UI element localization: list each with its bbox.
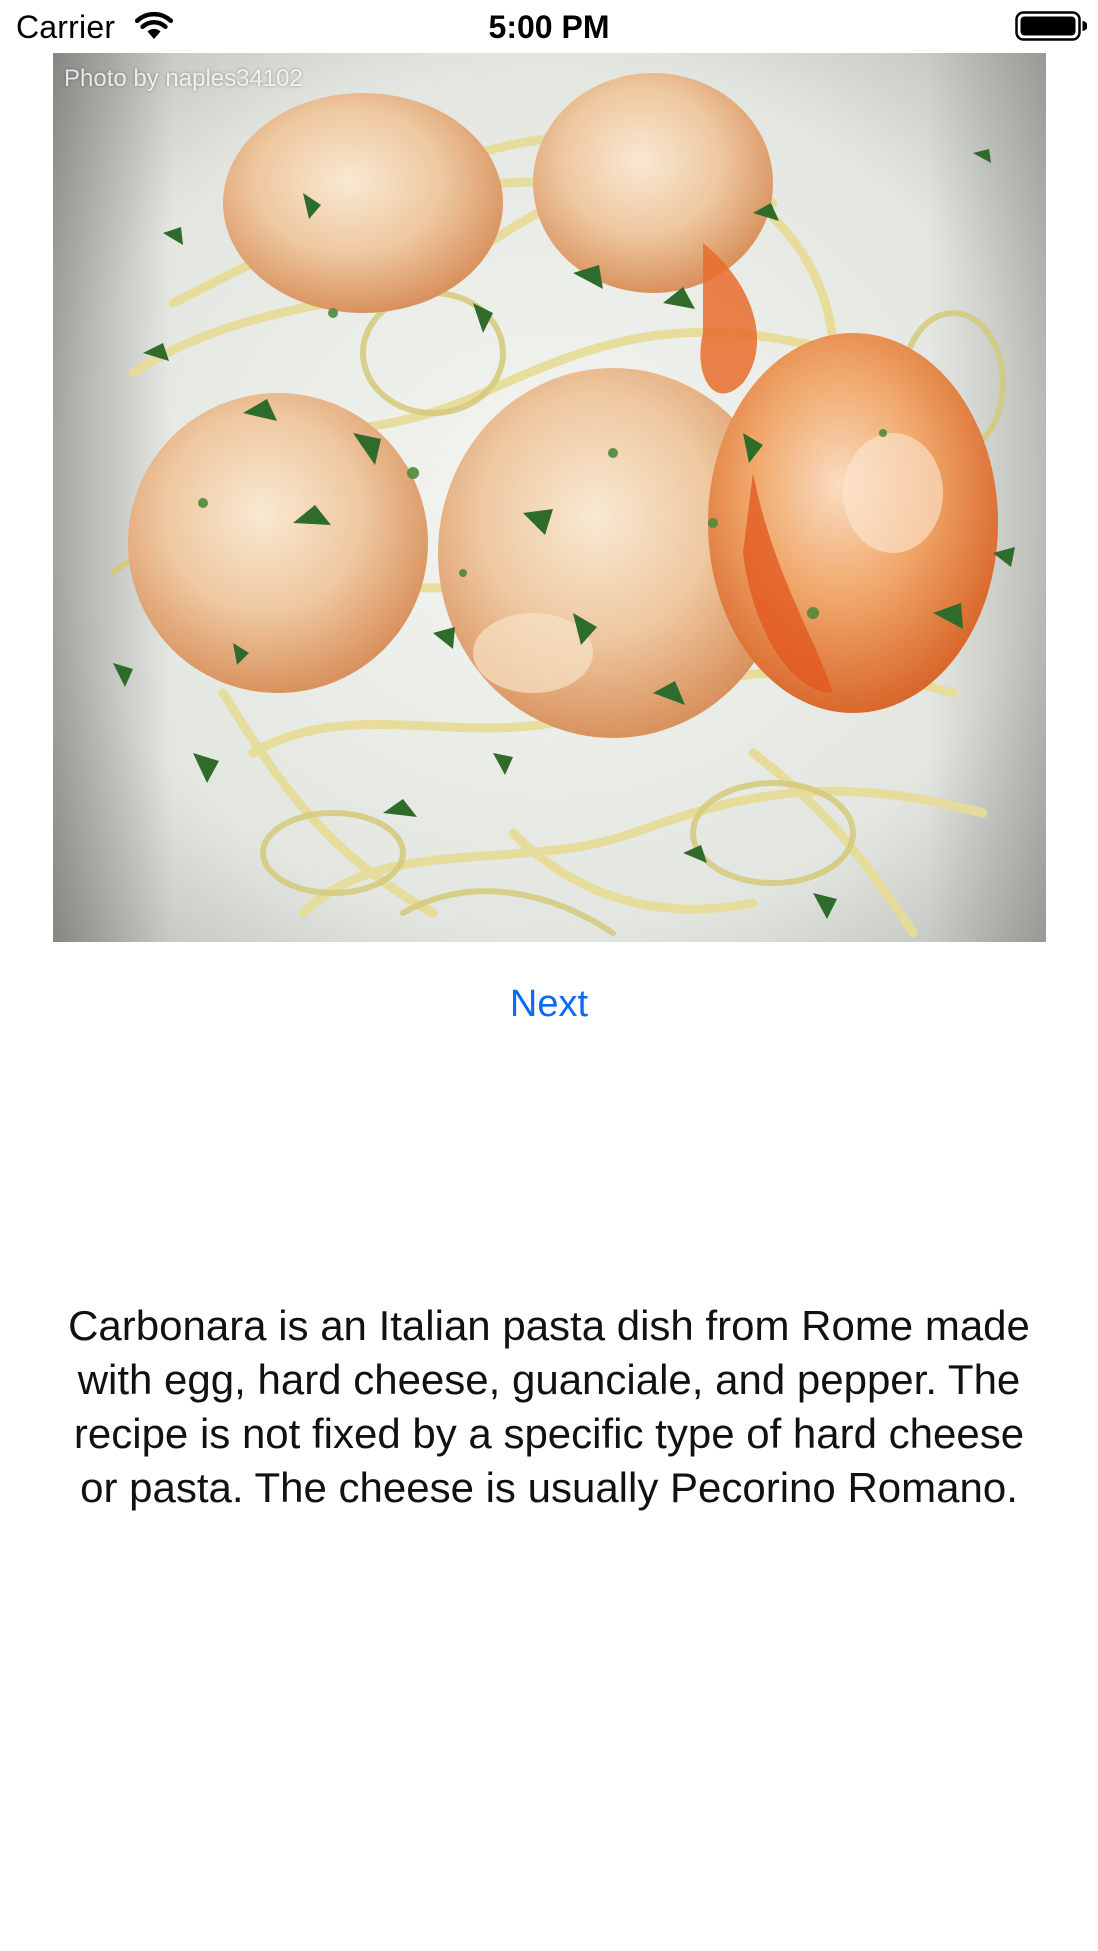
dish-photo: Photo by naples34102	[53, 53, 1046, 942]
next-button[interactable]: Next	[449, 978, 649, 1030]
recipe-description: Carbonara is an Italian pasta dish from …	[68, 1302, 1030, 1511]
status-bar: Carrier 5:00 PM	[0, 0, 1098, 54]
photo-credit: Photo by naples34102	[64, 65, 303, 92]
status-time: 5:00 PM	[488, 9, 610, 45]
battery-icon	[1015, 11, 1088, 41]
